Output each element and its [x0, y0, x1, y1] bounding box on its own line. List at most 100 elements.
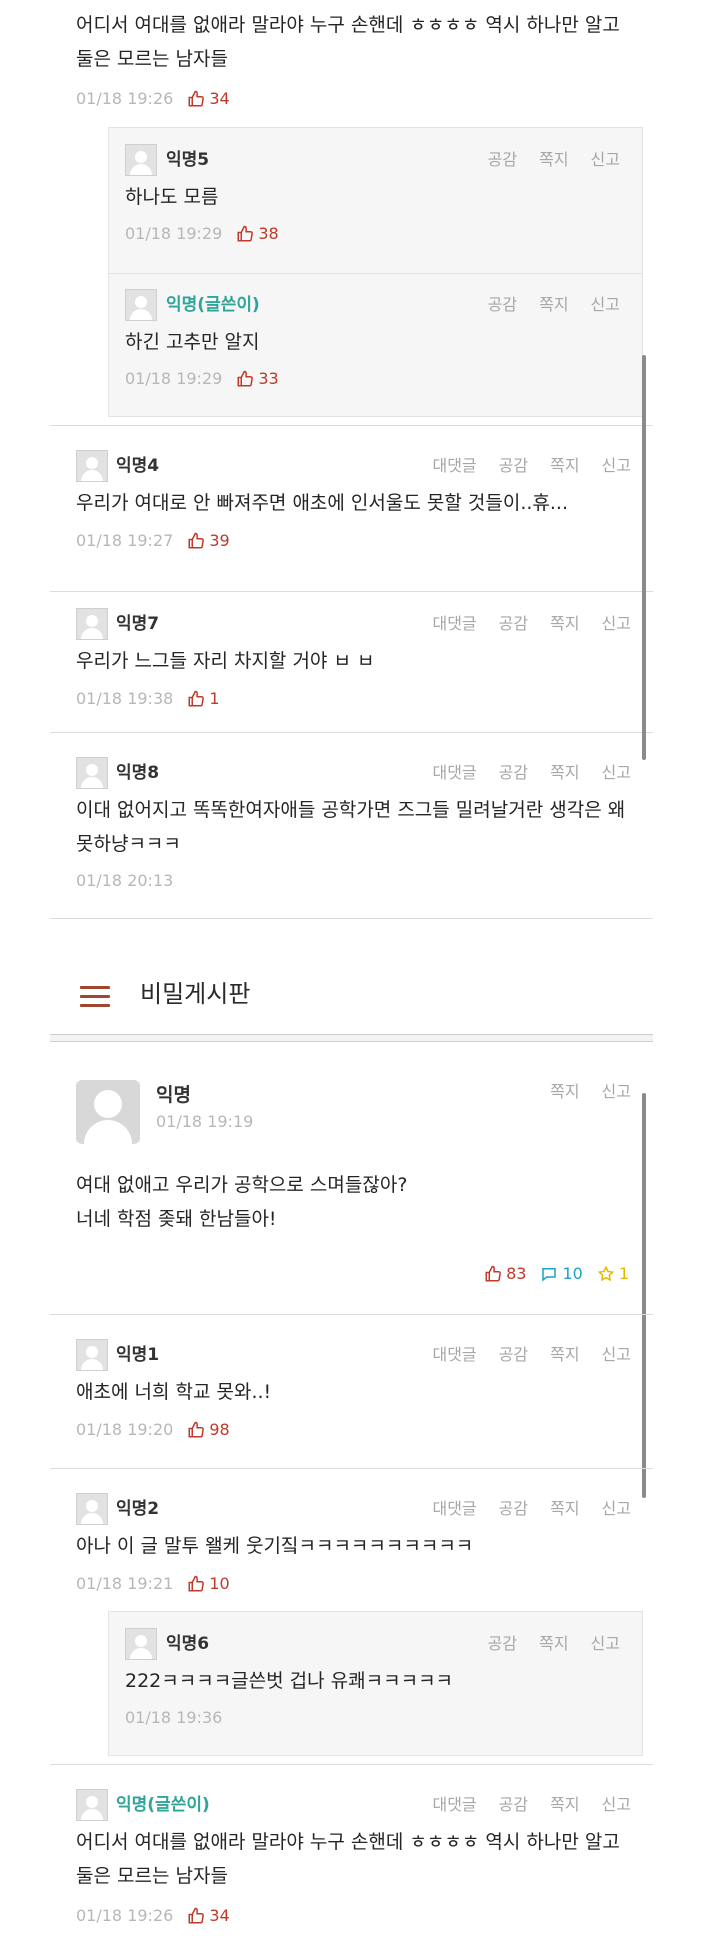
- report-button[interactable]: 신고: [602, 1339, 631, 1371]
- comment-date: 01/18 19:38: [76, 689, 174, 708]
- like-count[interactable]: 10: [187, 1573, 230, 1595]
- comment-item: 익명(글쓴이) 대댓글 공감 쪽지 신고 어디서 여대를 없애라 말라야 누구 …: [50, 1765, 653, 1943]
- post-stats: 83 10 1: [470, 1264, 629, 1283]
- post-date: 01/18 19:19: [156, 1112, 254, 1131]
- empathy-button[interactable]: 공감: [488, 289, 517, 321]
- like-count[interactable]: 34: [187, 1905, 230, 1927]
- message-button[interactable]: 쪽지: [550, 1339, 579, 1371]
- report-button[interactable]: 신고: [602, 608, 631, 640]
- avatar: [76, 450, 108, 482]
- like-count[interactable]: 33: [236, 368, 279, 390]
- comment-nickname: 익명8: [116, 763, 160, 783]
- reply-item: 익명6 공감 쪽지 신고 222ㅋㅋㅋㅋ글쓴벗 겁나 유쾌ㅋㅋㅋㅋㅋ 01/18…: [109, 1612, 642, 1757]
- like-count[interactable]: 39: [187, 530, 230, 552]
- comment-meta: 01/18 20:13: [76, 870, 187, 892]
- post-avatar: [76, 1080, 140, 1144]
- message-button[interactable]: 쪽지: [550, 1789, 579, 1821]
- like-count[interactable]: 98: [187, 1419, 230, 1441]
- avatar: [125, 1628, 157, 1660]
- reply-text: 하나도 모름: [125, 186, 219, 208]
- comment-date: 01/18 19:27: [76, 531, 174, 550]
- menu-icon[interactable]: [80, 986, 110, 1007]
- comment-actions: 대댓글 공감 쪽지 신고: [410, 1493, 631, 1525]
- message-button[interactable]: 쪽지: [550, 450, 579, 482]
- report-button[interactable]: 신고: [602, 757, 631, 789]
- thumbs-up-icon: [188, 1575, 205, 1592]
- post-comment-count[interactable]: 10: [540, 1264, 583, 1283]
- comment-text: 이대 없어지고 똑똑한여자애들 공학가면 즈그들 밀려날거란 생각은 왜못하냥ㅋ…: [76, 799, 626, 855]
- scrollbar[interactable]: [642, 355, 646, 760]
- thumbs-up-icon: [237, 370, 254, 387]
- reply-nickname: 익명6: [166, 1634, 210, 1654]
- empathy-button[interactable]: 공감: [488, 144, 517, 176]
- empathy-button[interactable]: 공감: [499, 757, 528, 789]
- avatar: [76, 1493, 108, 1525]
- message-button[interactable]: 쪽지: [550, 1076, 579, 1108]
- report-button[interactable]: 신고: [591, 144, 620, 176]
- message-button[interactable]: 쪽지: [539, 1628, 568, 1660]
- empathy-button[interactable]: 공감: [499, 1789, 528, 1821]
- comment-nickname: 익명2: [116, 1499, 160, 1519]
- avatar: [76, 1339, 108, 1371]
- empathy-button[interactable]: 공감: [488, 1628, 517, 1660]
- reply-button[interactable]: 대댓글: [432, 608, 476, 640]
- comment-text: 어디서 여대를 없애라 말라야 누구 손핸데 ㅎㅎㅎㅎ 역시 하나만 알고 둘은…: [76, 1831, 620, 1887]
- thumbs-up-icon: [237, 225, 254, 242]
- reply-button[interactable]: 대댓글: [432, 1339, 476, 1371]
- message-button[interactable]: 쪽지: [550, 757, 579, 789]
- comment-actions: 대댓글 공감 쪽지 신고: [410, 1339, 631, 1371]
- comment-item: 익명4 대댓글 공감 쪽지 신고 우리가 여대로 안 빠져주면 애초에 인서울도…: [50, 426, 653, 591]
- empathy-button[interactable]: 공감: [499, 450, 528, 482]
- like-count[interactable]: 34: [187, 88, 230, 110]
- message-button[interactable]: 쪽지: [550, 1493, 579, 1525]
- thumbs-up-icon: [188, 690, 205, 707]
- like-count[interactable]: 38: [236, 223, 279, 245]
- empathy-button[interactable]: 공감: [499, 1493, 528, 1525]
- reply-box: 익명5 공감 쪽지 신고 하나도 모름 01/18 19:29 38 익명(글쓴…: [108, 127, 643, 417]
- board-title: 비밀게시판: [140, 980, 251, 1008]
- reply-nickname: 익명5: [166, 150, 210, 170]
- report-button[interactable]: 신고: [602, 450, 631, 482]
- message-button[interactable]: 쪽지: [539, 289, 568, 321]
- reply-text: 하긴 고추만 알지: [125, 331, 260, 353]
- report-button[interactable]: 신고: [602, 1789, 631, 1821]
- speech-bubble-icon: [542, 1267, 557, 1282]
- comment-meta: 01/18 19:20 98: [76, 1419, 230, 1441]
- report-button[interactable]: 신고: [591, 289, 620, 321]
- post-like-count[interactable]: 83: [484, 1264, 526, 1283]
- report-button[interactable]: 신고: [602, 1493, 631, 1525]
- message-button[interactable]: 쪽지: [539, 144, 568, 176]
- reply-button[interactable]: 대댓글: [432, 757, 476, 789]
- reply-button[interactable]: 대댓글: [432, 1493, 476, 1525]
- comment-meta: 01/18 19:27 39: [76, 530, 230, 552]
- report-button[interactable]: 신고: [602, 1076, 631, 1108]
- comment-actions: 대댓글 공감 쪽지 신고: [410, 1789, 631, 1821]
- comment-date: 01/18 19:21: [76, 1574, 174, 1593]
- post-scrap-count[interactable]: 1: [597, 1264, 629, 1283]
- comment-meta: 01/18 19:38 1: [76, 688, 220, 710]
- avatar: [125, 144, 157, 176]
- comment-nickname: 익명1: [116, 1345, 160, 1365]
- empathy-button[interactable]: 공감: [499, 608, 528, 640]
- comment-date: 01/18 19:20: [76, 1420, 174, 1439]
- comment-text: 어디서 여대를 없애라 말라야 누구 손핸데 ㅎㅎㅎㅎ 역시 하나만 알고 둘은…: [76, 14, 620, 70]
- comment-nickname-op: 익명(글쓴이): [116, 1795, 210, 1815]
- comment-nickname: 익명7: [116, 614, 160, 634]
- comment-text: 아나 이 글 말투 왤케 웃기짘ㅋㅋㅋㅋㅋㅋㅋㅋㅋㅋ: [76, 1535, 474, 1557]
- reply-date: 01/18 19:29: [125, 224, 223, 243]
- comment-actions: 대댓글 공감 쪽지 신고: [410, 757, 631, 789]
- post-nickname: 익명: [156, 1084, 191, 1106]
- reply-box: 익명6 공감 쪽지 신고 222ㅋㅋㅋㅋ글쓴벗 겁나 유쾌ㅋㅋㅋㅋㅋ 01/18…: [108, 1611, 643, 1756]
- like-count[interactable]: 1: [187, 688, 220, 710]
- avatar: [76, 757, 108, 789]
- reply-button[interactable]: 대댓글: [432, 1789, 476, 1821]
- report-button[interactable]: 신고: [591, 1628, 620, 1660]
- message-button[interactable]: 쪽지: [550, 608, 579, 640]
- empathy-button[interactable]: 공감: [499, 1339, 528, 1371]
- thumbs-up-icon: [188, 1421, 205, 1438]
- reply-button[interactable]: 대댓글: [432, 450, 476, 482]
- thumbs-up-icon: [188, 532, 205, 549]
- reply-nickname-op: 익명(글쓴이): [166, 295, 260, 315]
- post: 익명 01/18 19:19 쪽지 신고 여대 없애고 우리가 공학으로 스며들…: [50, 1056, 653, 1314]
- comment-text: 우리가 느그들 자리 차지할 거야 ㅂ ㅂ: [76, 650, 375, 672]
